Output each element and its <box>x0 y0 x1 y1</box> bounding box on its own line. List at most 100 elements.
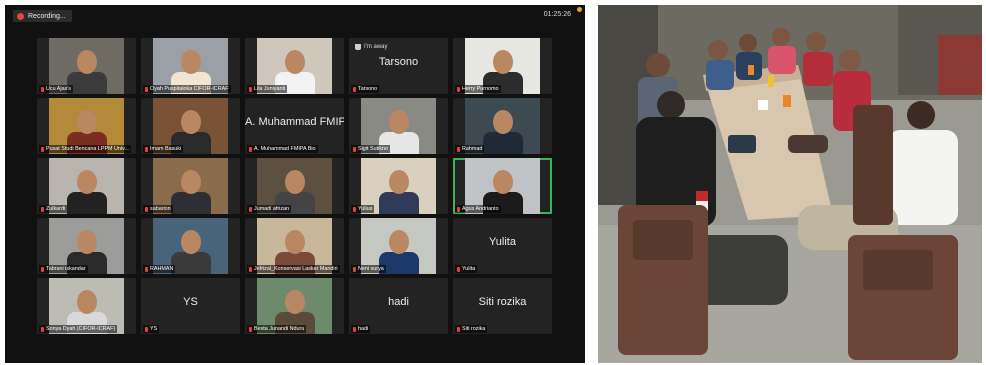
participant-tile[interactable]: RAHMAN <box>141 218 240 274</box>
participant-name-label: Zulkardi <box>39 205 68 213</box>
participant-tile[interactable]: Jefrizal_Konservasi Laskar Mandiri <box>245 218 344 274</box>
participant-tile[interactable]: sabarion <box>141 158 240 214</box>
muted-mic-icon <box>457 86 460 92</box>
participant-name: hadi <box>358 326 369 332</box>
muted-mic-icon <box>249 146 252 152</box>
muted-mic-icon <box>41 146 44 152</box>
muted-mic-icon <box>145 326 148 332</box>
participant-tile[interactable]: hadi hadi <box>349 278 448 334</box>
participant-tile[interactable]: Agus Andrianto <box>453 158 552 214</box>
participant-tile[interactable]: Siti rozika Siti rozika <box>453 278 552 334</box>
record-icon <box>17 12 24 20</box>
muted-mic-icon <box>457 266 460 272</box>
muted-mic-icon <box>145 206 148 212</box>
muted-mic-icon <box>353 266 356 272</box>
person-silhouette <box>67 72 107 94</box>
participant-name-label: YS <box>143 325 160 333</box>
participant-tile[interactable]: Herry Purnomo <box>453 38 552 94</box>
participant-name: YS <box>150 326 158 332</box>
participant-tile[interactable]: Yulita Yulita <box>453 218 552 274</box>
participant-tile[interactable]: Rahmad <box>453 98 552 154</box>
participant-tile[interactable]: Jumadi afrizan <box>245 158 344 214</box>
participant-name: sabarion <box>150 206 171 212</box>
participant-tile[interactable]: Ucu Ajas's <box>37 38 136 94</box>
participant-tile[interactable]: Zulkardi <box>37 158 136 214</box>
participant-name-label: Rahmad <box>455 145 485 153</box>
participant-tile[interactable]: Neni surya <box>349 218 448 274</box>
muted-mic-icon <box>353 326 356 332</box>
participant-display-name: Siti rozika <box>478 296 527 308</box>
participant-name-label: Ucu Ajas's <box>39 85 73 93</box>
person-head <box>493 110 513 134</box>
meeting-top-bar: Recording... 01:25:26 <box>5 5 585 27</box>
participant-name-label: Herry Purnomo <box>455 85 501 93</box>
participant-tile[interactable]: Lila Juniyanti <box>245 38 344 94</box>
participant-name-label: sabarion <box>143 205 173 213</box>
participant-tile[interactable]: Imam Basuki <box>141 98 240 154</box>
participant-tile[interactable]: I'm away Tarsono Tarsono <box>349 38 448 94</box>
participant-name-label: Sigit Sutikno <box>351 145 390 153</box>
participant-name: Besta Junandi Nduru <box>254 326 305 332</box>
participant-name-label: Yulius <box>351 205 375 213</box>
participant-display-name: Tarsono <box>378 56 419 68</box>
participant-tile[interactable]: Besta Junandi Nduru <box>245 278 344 334</box>
away-status: I'm away <box>355 44 387 50</box>
participant-name: Yulius <box>358 206 373 212</box>
participant-name-label: Neni surya <box>351 265 386 273</box>
muted-mic-icon <box>249 86 252 92</box>
participant-tile[interactable]: Pusat Studi Bencana LPPM Univ... <box>37 98 136 154</box>
participant-name: RAHMAN <box>150 266 174 272</box>
participant-name: Yulita <box>462 266 476 272</box>
participant-name: Sigit Sutikno <box>358 146 388 152</box>
person-head <box>181 170 201 194</box>
participant-tile[interactable]: Sonya Dyah (CIFOR-ICRAF) <box>37 278 136 334</box>
recording-indicator[interactable]: Recording... <box>13 10 72 22</box>
person-silhouette <box>171 192 211 214</box>
participant-name-label: Sonya Dyah (CIFOR-ICRAF) <box>39 325 118 333</box>
participant-name-label: Jumadi afrizan <box>247 205 292 213</box>
muted-mic-icon <box>41 266 44 272</box>
person-head <box>77 110 97 134</box>
participant-name: Jefrizal_Konservasi Laskar Mandiri <box>254 266 338 272</box>
participant-name: Oyah Puspitaloka CIFOR-ICRAF <box>150 86 229 92</box>
person-head <box>77 170 97 194</box>
participant-tile[interactable]: Sigit Sutikno <box>349 98 448 154</box>
participant-name-label: Jefrizal_Konservasi Laskar Mandiri <box>247 265 340 273</box>
person-head <box>285 170 305 194</box>
participant-name-label: Pusat Studi Bencana LPPM Univ... <box>39 145 131 153</box>
person-head <box>285 50 305 74</box>
participant-name: Tabrani iskandar <box>46 266 86 272</box>
muted-mic-icon <box>457 206 460 212</box>
participant-gallery: Ucu Ajas's Oyah Puspitaloka CIFOR-ICRAF Li… <box>37 38 553 334</box>
participant-tile[interactable]: YS YS <box>141 278 240 334</box>
participant-name-label: A. Muhammad FMIPA Bio <box>247 145 318 153</box>
participant-tile[interactable]: Yulius <box>349 158 448 214</box>
participant-name: Lila Juniyanti <box>254 86 286 92</box>
participant-name-label: RAHMAN <box>143 265 176 273</box>
participant-name-label: Tarsono <box>351 85 380 93</box>
participant-tile[interactable]: A. Muhammad FMIP... A. Muhammad FMIPA Bio <box>245 98 344 154</box>
person-head <box>389 110 409 134</box>
person-silhouette <box>67 192 107 214</box>
participant-display-name: Yulita <box>489 236 516 248</box>
muted-mic-icon <box>457 146 460 152</box>
person-head <box>77 50 97 74</box>
participant-name: Tarsono <box>358 86 378 92</box>
status-dot-icon <box>577 7 582 12</box>
muted-mic-icon <box>353 206 356 212</box>
person-head <box>77 230 97 254</box>
participant-name-label: Tabrani iskandar <box>39 265 88 273</box>
participant-name: Neni surya <box>358 266 384 272</box>
restaurant-meeting-photo <box>598 5 982 363</box>
zoom-meeting-window: Recording... 01:25:26 Ucu Ajas's Oyah Pus… <box>5 5 585 363</box>
participant-name: Pusat Studi Bencana LPPM Univ... <box>46 146 129 152</box>
meeting-timer: 01:25:26 <box>543 11 571 18</box>
participant-name: Jumadi afrizan <box>254 206 290 212</box>
group-photo <box>598 5 982 363</box>
participant-tile[interactable]: Tabrani iskandar <box>37 218 136 274</box>
muted-mic-icon <box>353 86 356 92</box>
person-head <box>285 230 305 254</box>
participant-tile[interactable]: Oyah Puspitaloka CIFOR-ICRAF <box>141 38 240 94</box>
person-head <box>389 230 409 254</box>
participant-name-label: Siti rozika <box>455 325 488 333</box>
